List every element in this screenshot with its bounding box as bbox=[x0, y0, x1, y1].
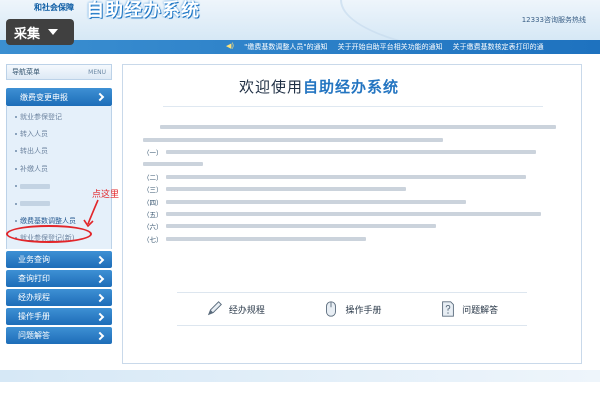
chevron-right-icon bbox=[95, 312, 105, 321]
chevron-right-icon bbox=[95, 293, 105, 302]
bullet-icon bbox=[15, 115, 17, 118]
nav-sub-item-label: 转出人员 bbox=[20, 147, 48, 156]
document-question-icon bbox=[442, 301, 454, 317]
app-footer bbox=[0, 370, 600, 382]
intro-line bbox=[143, 121, 563, 133]
welcome-brand: 自助经办系统 bbox=[303, 78, 400, 96]
nav-group-label: 缴费变更申报 bbox=[20, 92, 68, 102]
app-header: 和社会保障 自助经办系统 12333咨询服务热线 bbox=[0, 0, 600, 40]
nav-group-label: 操作手册 bbox=[18, 312, 50, 322]
intro-lead: （六） bbox=[143, 223, 163, 232]
intro-text: （一） （二） （三） （四） （五） （六） （七） bbox=[143, 121, 563, 245]
annotation-highlight-oval bbox=[6, 225, 92, 243]
chevron-right-icon bbox=[95, 331, 105, 340]
nav-sub-item-label: 转入人员 bbox=[20, 130, 48, 139]
notice-link-1[interactable]: "缴费基数调整人员"的通知 bbox=[244, 42, 327, 52]
nav-sub-item-transfer-out[interactable]: 转出人员 bbox=[7, 143, 111, 160]
hotline-text: 12333咨询服务热线 bbox=[521, 16, 586, 24]
intro-line: （七） bbox=[143, 233, 563, 245]
procedures-button[interactable]: 经办规程 bbox=[206, 300, 265, 318]
intro-line: （四） bbox=[143, 195, 563, 207]
bullet-icon bbox=[15, 202, 17, 205]
intro-body-illegible bbox=[165, 236, 366, 241]
intro-lead: （四） bbox=[143, 198, 163, 207]
nav-title-en: MENU bbox=[88, 68, 106, 76]
welcome-title: 欢迎使用自助经办系统 bbox=[239, 76, 399, 97]
nav-title: 导航菜单 bbox=[12, 68, 40, 76]
intro-body-illegible bbox=[160, 125, 556, 130]
collect-label: 采集 bbox=[14, 26, 41, 42]
notice-link-2[interactable]: 关于开始自助平台相关功能的通知 bbox=[338, 42, 443, 52]
intro-lead: （一） bbox=[143, 148, 163, 157]
nav-group-label: 业务查询 bbox=[18, 255, 50, 265]
faq-label: 问题解答 bbox=[462, 305, 499, 316]
logo-title: 自助经办系统 bbox=[86, 0, 200, 21]
nav-group-procedures[interactable]: 经办规程 bbox=[6, 289, 112, 307]
nav-group-query-print[interactable]: 查询打印 bbox=[6, 270, 112, 288]
main-content: 欢迎使用自助经办系统 （一） （二） （三） （四） （五） （六） （七） 经… bbox=[122, 64, 582, 364]
nav-group-payment-change[interactable]: 缴费变更申报 bbox=[6, 88, 112, 106]
intro-line bbox=[143, 133, 563, 145]
intro-body-illegible bbox=[165, 149, 536, 154]
intro-line: （六） bbox=[143, 220, 563, 232]
pen-icon bbox=[207, 301, 222, 316]
intro-body-illegible bbox=[165, 211, 541, 216]
intro-line: （二） bbox=[143, 171, 563, 183]
sidebar: 导航菜单 MENU 缴费变更申报 就业参保登记 转入人员 转出人员 补缴人员 缴… bbox=[6, 64, 112, 364]
manual-label: 操作手册 bbox=[345, 305, 382, 316]
mouse-icon bbox=[326, 301, 337, 317]
annotation-label: 点这里 bbox=[92, 190, 120, 200]
nav-sub-item-label: 补缴人员 bbox=[20, 164, 48, 173]
caret-down-icon bbox=[48, 29, 59, 35]
intro-lead: （二） bbox=[143, 173, 163, 182]
nav-group-business-query[interactable]: 业务查询 bbox=[6, 251, 112, 269]
bullet-icon bbox=[15, 185, 17, 188]
logo-subtitle: 和社会保障 bbox=[34, 3, 74, 12]
bullet-icon bbox=[15, 220, 17, 223]
intro-line: （一） bbox=[143, 146, 563, 158]
collect-dropdown-button[interactable]: 采集 bbox=[6, 19, 74, 45]
intro-line: （三） bbox=[143, 183, 563, 195]
nav-group-label: 经办规程 bbox=[18, 293, 50, 303]
manual-button[interactable]: 操作手册 bbox=[322, 300, 381, 318]
nav-sub-item-label-illegible bbox=[20, 201, 50, 207]
intro-line bbox=[143, 158, 563, 170]
intro-body-illegible bbox=[165, 224, 436, 229]
intro-body-illegible bbox=[143, 137, 443, 142]
nav-group-faq[interactable]: 问题解答 bbox=[6, 327, 112, 345]
bullet-icon bbox=[15, 150, 17, 153]
nav-group-manual[interactable]: 操作手册 bbox=[6, 308, 112, 326]
intro-body-illegible bbox=[165, 187, 406, 192]
nav-sub-item-back-pay[interactable]: 补缴人员 bbox=[7, 160, 111, 177]
intro-body-illegible bbox=[165, 174, 526, 179]
notice-link-3[interactable]: 关于缴费基数核定表打印的通 bbox=[453, 42, 544, 52]
intro-line: （五） bbox=[143, 208, 563, 220]
divider bbox=[163, 106, 543, 107]
intro-body-illegible bbox=[165, 199, 466, 204]
nav-sub-item-employment-registration[interactable]: 就业参保登记 bbox=[7, 108, 111, 125]
procedures-label: 经办规程 bbox=[228, 305, 265, 316]
chevron-right-icon bbox=[95, 255, 105, 264]
intro-body-illegible bbox=[143, 162, 203, 167]
nav-group-label: 查询打印 bbox=[18, 274, 50, 284]
notice-bar: ◀) "缴费基数调整人员"的通知 关于开始自助平台相关功能的通知 关于缴费基数核… bbox=[0, 40, 600, 54]
nav-header: 导航菜单 MENU bbox=[6, 64, 112, 80]
nav-sub-item-label-illegible bbox=[20, 183, 50, 189]
nav-sub-item-label: 就业参保登记 bbox=[20, 112, 62, 121]
chevron-down-icon bbox=[95, 92, 105, 102]
intro-lead: （三） bbox=[143, 186, 163, 195]
intro-lead: （七） bbox=[143, 235, 163, 244]
welcome-prefix: 欢迎使用 bbox=[239, 78, 304, 96]
nav-group-label: 问题解答 bbox=[18, 331, 50, 341]
speaker-icon: ◀) bbox=[226, 42, 235, 50]
nav-sub-item-transfer-in[interactable]: 转入人员 bbox=[7, 125, 111, 142]
bullet-icon bbox=[15, 167, 17, 170]
chevron-right-icon bbox=[95, 274, 105, 283]
quick-actions: 经办规程 操作手册 问题解答 bbox=[177, 292, 527, 326]
bullet-icon bbox=[15, 133, 17, 136]
intro-lead: （五） bbox=[143, 210, 163, 219]
faq-button[interactable]: 问题解答 bbox=[439, 300, 498, 318]
